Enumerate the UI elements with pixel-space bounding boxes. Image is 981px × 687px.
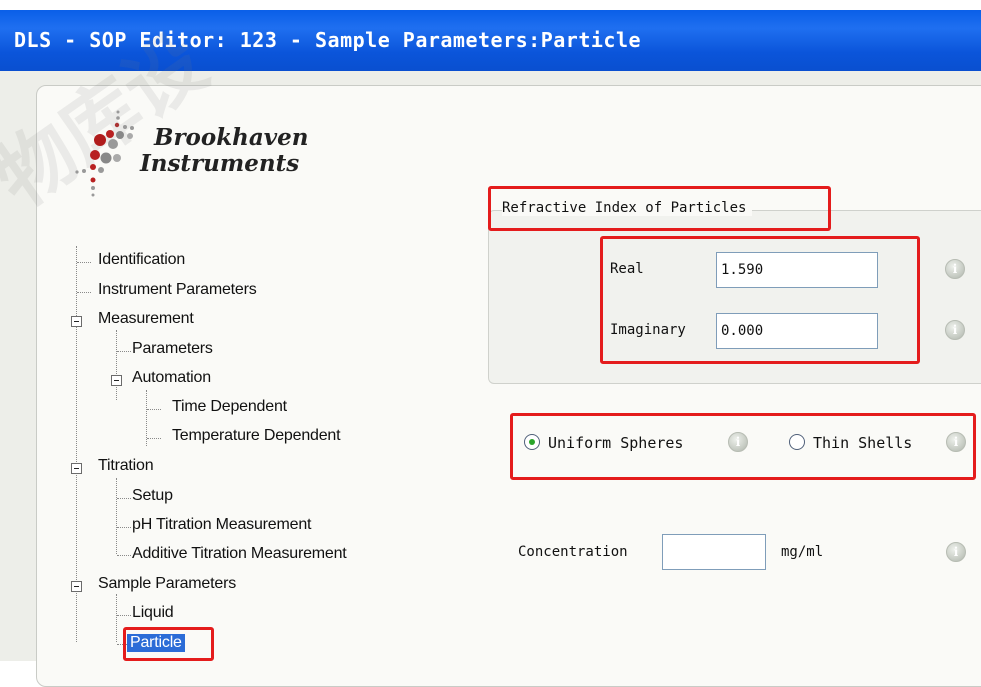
highlight-group-title [488,186,831,231]
tree-item-instrument-parameters[interactable]: Instrument Parameters [98,281,257,299]
tree-guide-titration [116,478,117,554]
tree-item-ph-titration-measurement[interactable]: pH Titration Measurement [132,516,311,534]
info-icon[interactable] [946,542,966,562]
tree-guide-sample-parameters [116,594,117,642]
concentration-unit: mg/ml [781,544,824,560]
tree-connector [117,615,131,616]
dot-cluster-logo-icon [75,110,134,197]
tree-connector [147,409,161,410]
tree-item-setup[interactable]: Setup [132,487,173,505]
minus-toggle-icon[interactable] [71,581,82,592]
highlight-particle-shape [510,413,976,480]
tree-connector [117,351,131,352]
tree-item-titration[interactable]: Titration [98,457,154,475]
title-bar[interactable]: DLS - SOP Editor: 123 - Sample Parameter… [0,10,981,71]
tree-item-automation[interactable]: Automation [132,369,211,387]
tree-item-identification[interactable]: Identification [98,251,185,269]
highlight-particle [123,627,214,661]
window-title: DLS - SOP Editor: 123 - Sample Parameter… [14,28,642,52]
tree-item-parameters[interactable]: Parameters [132,340,213,358]
highlight-refractive-inputs [600,236,920,364]
tree-guide-measurement [116,330,117,400]
minus-toggle-icon[interactable] [71,316,82,327]
logo-word-instruments: Instruments [140,150,300,177]
brookhaven-logo: Brookhaven Instruments [70,100,370,210]
tree-connector [117,527,131,528]
info-icon[interactable] [945,259,965,279]
info-icon[interactable] [945,320,965,340]
concentration-label: Concentration [518,544,628,560]
tree-connector [117,555,131,556]
tree-item-time-dependent[interactable]: Time Dependent [172,398,287,416]
tree-item-measurement[interactable]: Measurement [98,310,194,328]
tree-item-temperature-dependent[interactable]: Temperature Dependent [172,427,341,445]
tree-item-sample-parameters[interactable]: Sample Parameters [98,575,236,593]
tree-item-liquid[interactable]: Liquid [132,604,174,622]
sop-navigation-tree: Identification Instrument Parameters Mea… [60,246,460,666]
tree-item-additive-titration-measurement[interactable]: Additive Titration Measurement [132,545,347,563]
tree-connector [117,498,131,499]
minus-toggle-icon[interactable] [111,375,122,386]
tree-connector [77,292,91,293]
concentration-input[interactable] [662,534,766,570]
logo-word-brookhaven: Brookhaven [154,124,309,151]
tree-connector [147,438,161,439]
tree-connector [77,262,91,263]
minus-toggle-icon[interactable] [71,463,82,474]
